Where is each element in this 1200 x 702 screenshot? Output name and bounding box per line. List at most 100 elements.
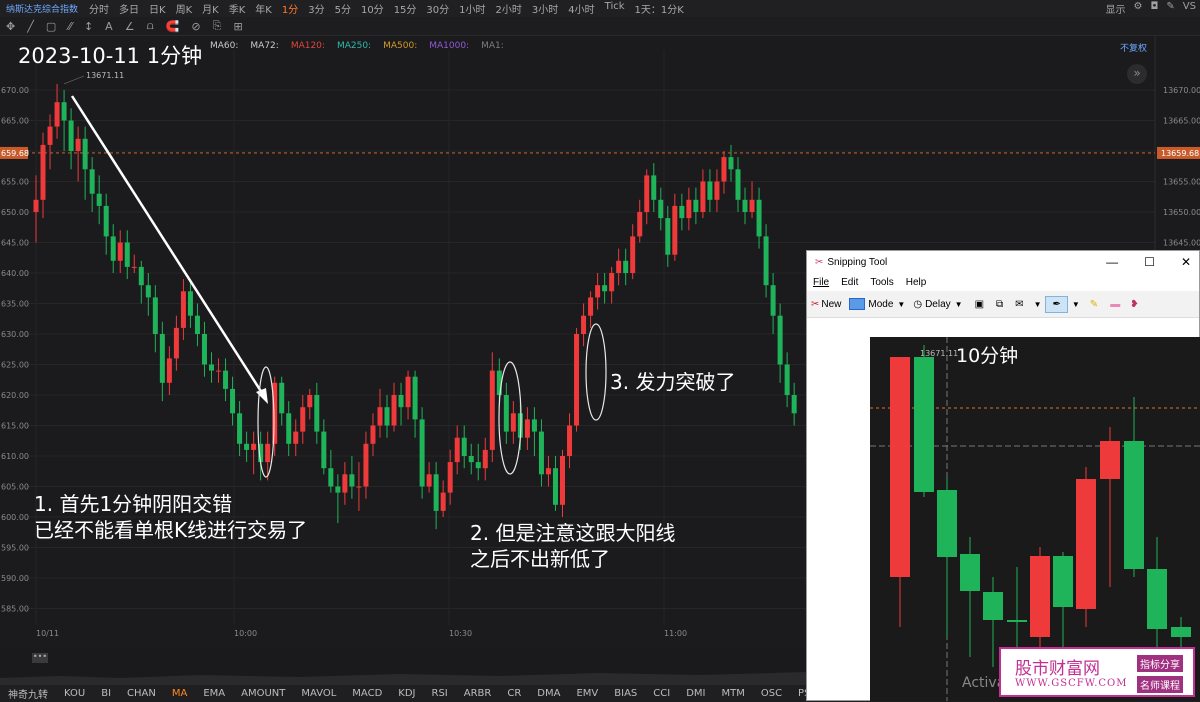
indicator-tab[interactable]: CR	[499, 688, 529, 699]
expand-icon[interactable]: »	[1127, 64, 1147, 84]
period-select[interactable]: 1天：1分K	[630, 1, 689, 16]
indicator-tab[interactable]: DMA	[529, 688, 568, 699]
new-button[interactable]: New	[821, 299, 849, 310]
maximize-icon[interactable]: ☐	[1144, 255, 1155, 269]
indicator-tab[interactable]: DMI	[678, 688, 713, 699]
high-label: 13671.11	[86, 71, 124, 80]
indicator-tab[interactable]: EMA	[195, 688, 233, 699]
candle-body	[363, 443, 369, 487]
timeframe-9[interactable]: 5分	[330, 1, 356, 16]
candle-body	[237, 413, 243, 444]
draw-tool-2-icon[interactable]: ▢	[40, 20, 62, 33]
paint-icon[interactable]: ❥	[1126, 299, 1142, 310]
indicator-tab[interactable]: BIAS	[606, 688, 645, 699]
menu-file[interactable]: File	[807, 277, 835, 288]
indicator-tab[interactable]: RSI	[424, 688, 456, 699]
settings-icon[interactable]: ⚙	[1134, 1, 1143, 16]
indicator-tab[interactable]: MTM	[713, 688, 752, 699]
mode-button[interactable]: Mode	[868, 299, 893, 310]
timeframe-6[interactable]: 年K	[250, 1, 277, 16]
draw-tool-4-icon[interactable]: ↕	[78, 20, 99, 33]
inner-candle-body	[1007, 620, 1027, 622]
delay-dropdown-icon[interactable]: ▼	[951, 300, 969, 309]
draw-tool-11-icon[interactable]: ⊞	[227, 20, 248, 33]
indicator-tab[interactable]: KOU	[56, 688, 93, 699]
candle-body	[124, 242, 130, 267]
indicator-tab[interactable]: BI	[93, 688, 119, 699]
ma-legend-item: MA1:	[481, 41, 504, 51]
indicator-tab[interactable]: CCI	[645, 688, 678, 699]
chart-title: 2023-10-11 1分钟	[18, 44, 203, 68]
volume-silhouette	[0, 672, 808, 684]
draw-tool-6-icon[interactable]: ∠	[119, 20, 141, 33]
new-snip-icon[interactable]: ✂	[807, 299, 821, 310]
pen-dropdown-icon[interactable]: ▼	[1068, 300, 1084, 309]
send-dropdown-icon[interactable]: ▼	[1030, 300, 1046, 309]
display-menu[interactable]: 显示	[1106, 1, 1126, 16]
draw-tool-0-icon[interactable]: ✥	[0, 20, 21, 33]
vs-button[interactable]: VS	[1183, 1, 1196, 16]
timeframe-1[interactable]: 多日	[114, 1, 144, 16]
delay-button[interactable]: Delay	[925, 299, 951, 310]
pen-icon[interactable]: ✒	[1045, 295, 1068, 313]
draw-tool-10-icon[interactable]: ⎘	[207, 19, 228, 33]
timeframe-10[interactable]: 10分	[356, 1, 389, 16]
save-icon[interactable]: ▣	[969, 299, 990, 310]
inner-candle-body	[1147, 569, 1167, 629]
timeframe-15[interactable]: 3小时	[527, 1, 563, 16]
highlighter-icon[interactable]: ✎	[1084, 299, 1104, 310]
draw-tool-9-icon[interactable]: ⊘	[185, 20, 206, 33]
timeframe-3[interactable]: 周K	[171, 1, 198, 16]
menu-tools[interactable]: Tools	[864, 277, 899, 288]
indicator-tab[interactable]: AMOUNT	[233, 688, 293, 699]
mode-dropdown-icon[interactable]: ▼	[893, 300, 913, 309]
candle-body	[103, 205, 109, 237]
indicator-tab[interactable]: EMV	[568, 688, 606, 699]
draw-tool-5-icon[interactable]: A	[99, 20, 119, 33]
eraser-icon[interactable]: ▬	[1104, 299, 1126, 310]
indicator-tab[interactable]: CHAN	[119, 688, 164, 699]
timeframe-7[interactable]: 1分	[277, 1, 303, 16]
timeframe-16[interactable]: 4小时	[563, 1, 599, 16]
inner-high-label: 13671.11	[920, 349, 959, 358]
timeframe-13[interactable]: 1小时	[454, 1, 490, 16]
indicator-tab[interactable]: ARBR	[456, 688, 500, 699]
candle-body	[735, 169, 741, 200]
timeframe-5[interactable]: 季K	[224, 1, 251, 16]
timeframe-0[interactable]: 分时	[84, 1, 114, 16]
timeframe-2[interactable]: 日K	[144, 1, 171, 16]
close-icon[interactable]: ✕	[1181, 255, 1191, 269]
restore-toggle[interactable]: 不复权	[1120, 41, 1147, 54]
indicator-tab[interactable]: 神奇九转	[0, 686, 56, 701]
candle-body	[531, 419, 537, 432]
indicator-tab[interactable]: KDJ	[390, 688, 423, 699]
timeframe-14[interactable]: 2小时	[491, 1, 527, 16]
scissors-icon: ✂	[815, 256, 824, 268]
timeframe-17[interactable]: Tick	[600, 1, 630, 16]
timeframe-4[interactable]: 月K	[197, 1, 224, 16]
copy-icon[interactable]: ⧉	[990, 299, 1009, 310]
y-tick-left: 655.00	[1, 178, 29, 187]
timeframe-12[interactable]: 30分	[421, 1, 454, 16]
candle-body	[581, 315, 587, 334]
symbol-name[interactable]: 纳斯达克综合指数	[0, 2, 84, 15]
menu-help[interactable]: Help	[900, 277, 933, 288]
ma-legend-item: MA60:	[210, 41, 239, 51]
edit-icon[interactable]: ✎	[1166, 1, 1174, 16]
timeframe-8[interactable]: 3分	[303, 1, 329, 16]
camera-icon[interactable]: ◘	[1150, 1, 1158, 16]
candle-body	[567, 425, 573, 456]
indicator-tab[interactable]: OSC	[753, 688, 790, 699]
timeframe-11[interactable]: 15分	[389, 1, 422, 16]
indicator-tab[interactable]: MA	[164, 688, 195, 699]
menu-edit[interactable]: Edit	[835, 277, 864, 288]
indicator-tab[interactable]: MAVOL	[293, 688, 344, 699]
draw-tool-3-icon[interactable]: ⁄⁄	[62, 20, 78, 33]
draw-tool-1-icon[interactable]: ╱	[21, 20, 40, 33]
draw-tool-8-icon[interactable]: 🧲	[160, 20, 186, 33]
indicator-tab[interactable]: MACD	[344, 688, 390, 699]
draw-tool-7-icon[interactable]: ⩍	[141, 19, 160, 33]
window-controls: — ☐ ✕	[1106, 255, 1191, 269]
send-icon[interactable]: ✉	[1009, 299, 1029, 310]
minimize-icon[interactable]: —	[1106, 255, 1118, 269]
